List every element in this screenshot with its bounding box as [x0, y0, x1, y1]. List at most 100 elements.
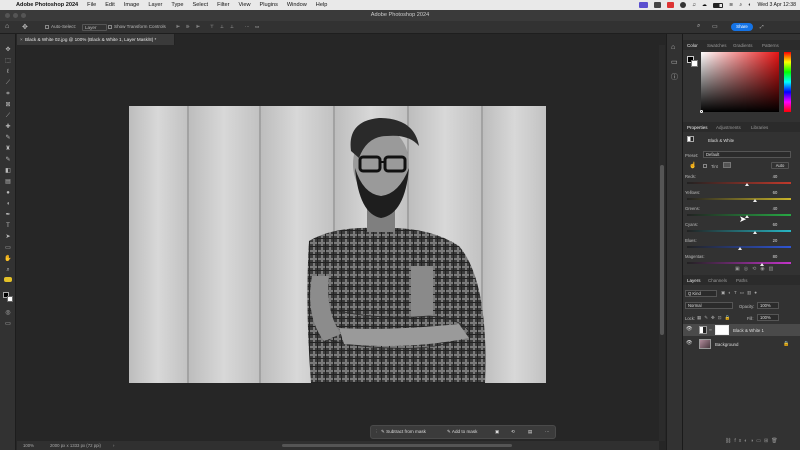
control-center-icon[interactable]: ◐ [748, 2, 751, 8]
auto-button[interactable]: Auto [771, 162, 789, 169]
mask-options-icon[interactable]: ▣ [495, 429, 499, 435]
align-top-icon[interactable]: ⊤ [210, 24, 214, 30]
layer-mask-thumbnail[interactable] [715, 325, 729, 335]
align-middle-icon[interactable]: ⊥ [220, 24, 224, 30]
document-tab[interactable]: Black & White 02.jpg @ 100% (Black & Whi… [17, 34, 175, 45]
align-right-icon[interactable]: ⊫ [196, 24, 200, 30]
preset-dropdown[interactable]: Default [703, 151, 791, 158]
fill-input[interactable]: 100% [757, 314, 779, 321]
menu-window[interactable]: Window [287, 2, 307, 8]
healing-brush-tool-icon[interactable]: ✚ [4, 124, 12, 131]
tab-patterns[interactable]: Patterns [762, 43, 779, 48]
background-color-swatch[interactable] [7, 296, 13, 302]
more-options-icon[interactable]: ⋯ [545, 429, 550, 435]
3d-mode-icon[interactable]: ▭ [255, 24, 259, 30]
horizontal-scrollbar[interactable] [282, 444, 512, 447]
move-tool-icon[interactable]: ✥ [4, 47, 12, 54]
marquee-tool-icon[interactable]: ⬚ [4, 58, 12, 65]
screen-record-icon[interactable] [638, 2, 648, 8]
lasso-tool-icon[interactable]: ℓ [4, 69, 12, 76]
slider-thumb[interactable] [745, 183, 750, 186]
close-window-icon[interactable] [5, 13, 10, 18]
search-icon[interactable]: ⌕ [739, 2, 742, 9]
tint-color-swatch[interactable] [723, 162, 731, 168]
slider-value[interactable]: 40 [769, 206, 781, 211]
menu-help[interactable]: Help [316, 2, 328, 8]
menu-type[interactable]: Type [171, 2, 183, 8]
rectangle-tool-icon[interactable]: ▭ [4, 245, 12, 252]
red-app-icon[interactable] [666, 2, 674, 8]
clone-stamp-tool-icon[interactable]: ♜ [4, 146, 12, 153]
layer-filter-icons[interactable]: ▣◐T▭▥● [721, 290, 760, 296]
headphones-icon[interactable]: ♫ [692, 2, 696, 8]
quick-mask-mode-icon[interactable]: ◎ [4, 310, 12, 317]
workspace-icon[interactable]: ▭ [712, 23, 718, 30]
menu-edit[interactable]: Edit [105, 2, 115, 8]
zoom-tool-icon[interactable]: ⌕ [4, 267, 12, 274]
slider-track[interactable] [687, 198, 791, 200]
add-to-mask-button[interactable]: ✎ Add to mask [447, 429, 477, 435]
tab-swatches[interactable]: Swatches [707, 43, 727, 48]
path-select-tool-icon[interactable]: ➤ [4, 234, 12, 241]
invert-mask-icon[interactable]: ⟲ [511, 429, 515, 435]
color-picker-field[interactable] [701, 52, 779, 112]
tab-gradients[interactable]: Gradients [733, 43, 753, 48]
tab-libraries[interactable]: Libraries [751, 125, 768, 130]
close-tab-icon[interactable]: × [20, 34, 23, 45]
menu-view[interactable]: View [239, 2, 251, 8]
status-arrow-icon[interactable]: › [113, 443, 114, 448]
background-color-chip[interactable] [691, 60, 698, 67]
align-bottom-icon[interactable]: ⊥ [230, 24, 234, 30]
menu-image[interactable]: Image [124, 2, 140, 8]
type-tool-icon[interactable]: T [4, 223, 12, 230]
share-button[interactable]: Share [731, 23, 753, 31]
vertical-scroll-thumb[interactable] [660, 165, 664, 335]
circle-app-icon[interactable] [679, 2, 686, 8]
menu-filter[interactable]: Filter [217, 2, 229, 8]
menu-file[interactable]: File [87, 2, 96, 8]
zoom-level[interactable]: 100% [23, 443, 34, 448]
expand-icon[interactable]: ⤢ [760, 24, 764, 29]
hand-tool-icon[interactable]: ✋ [4, 256, 12, 263]
slider-thumb[interactable] [752, 231, 757, 234]
learn-icon[interactable]: ⌂ [671, 44, 675, 51]
tab-adjustments[interactable]: Adjustments [716, 125, 741, 130]
battery-icon[interactable] [713, 2, 724, 8]
search-panel-icon[interactable]: ⌕ [697, 23, 700, 30]
slider-track[interactable] [687, 262, 791, 264]
document-image[interactable] [129, 106, 546, 383]
slider-value[interactable]: 60 [769, 222, 781, 227]
blur-tool-icon[interactable]: ● [4, 190, 12, 197]
hue-slider[interactable] [784, 52, 791, 112]
minimize-window-icon[interactable] [13, 13, 18, 18]
menu-select[interactable]: Select [193, 2, 209, 8]
tint-checkbox[interactable] [703, 164, 707, 168]
more-options-icon[interactable]: ⋯ [245, 24, 250, 30]
slider-value[interactable]: 20 [769, 238, 781, 243]
crop-tool-icon[interactable]: ⌗ [4, 91, 12, 98]
subtract-from-mask-button[interactable]: ✎ Subtract from mask [381, 429, 426, 435]
quick-select-tool-icon[interactable]: ⟋ [4, 80, 12, 87]
lock-icon[interactable]: 🔒 [783, 341, 789, 347]
slider-value[interactable]: 60 [769, 190, 781, 195]
color-picker-cursor[interactable] [700, 110, 703, 113]
align-center-icon[interactable]: ⊪ [186, 24, 190, 30]
screen-mode-icon[interactable]: ▭ [4, 321, 12, 328]
quick-mask-icon[interactable] [4, 277, 12, 282]
eraser-tool-icon[interactable]: ◧ [4, 168, 12, 175]
align-left-icon[interactable]: ⊫ [176, 24, 180, 30]
layer-name[interactable]: Background [715, 342, 738, 347]
layer-kind-filter[interactable]: Q Kind [685, 290, 717, 297]
visibility-eye-icon[interactable]: 👁 [686, 340, 692, 346]
eyedropper-tool-icon[interactable]: ⟋ [4, 113, 12, 120]
menu-app-name[interactable]: Adobe Photoshop 2024 [16, 2, 78, 8]
targeted-adjustment-icon[interactable]: ☝ [689, 162, 696, 169]
slider-track[interactable] [687, 230, 791, 232]
slider-value[interactable]: 40 [769, 174, 781, 179]
blend-mode-dropdown[interactable]: Normal [685, 302, 733, 309]
lock-icons[interactable]: ▦✎✥⊡🔒 [697, 315, 733, 321]
slider-value[interactable]: 80 [769, 254, 781, 259]
dodge-tool-icon[interactable]: ◖ [4, 201, 12, 208]
fill-mask-icon[interactable]: ▤ [528, 429, 532, 435]
layer-name[interactable]: Black & White 1 [733, 328, 764, 333]
